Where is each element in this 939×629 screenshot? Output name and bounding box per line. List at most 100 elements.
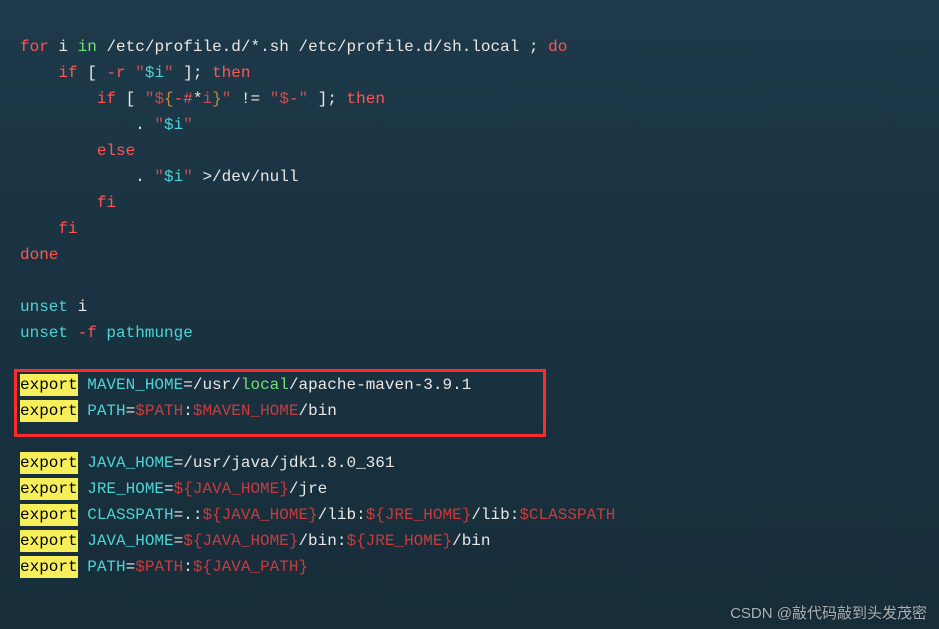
space: [126, 64, 136, 82]
path-jdk: /usr/java/jdk1.8.0_361: [183, 454, 394, 472]
flag: -#: [174, 90, 193, 108]
quote: ": [154, 168, 164, 186]
equals: =: [126, 402, 136, 420]
redirect: >: [193, 168, 212, 186]
keyword-if: if: [97, 90, 116, 108]
keyword-export: export: [20, 530, 78, 552]
bracket: ];: [308, 90, 346, 108]
var-i: $i: [164, 168, 183, 186]
env-java-home: JAVA_HOME: [78, 532, 174, 550]
var-i: $i: [145, 64, 164, 82]
code-block: for i in /etc/profile.d/*.sh /etc/profil…: [0, 0, 939, 580]
quote: ": [145, 90, 155, 108]
line: for i in /etc/profile.d/*.sh /etc/profil…: [20, 38, 567, 56]
quote: ": [135, 64, 145, 82]
flag-r: -r: [106, 64, 125, 82]
line-export-java-home: export JAVA_HOME=/usr/java/jdk1.8.0_361: [20, 454, 394, 472]
colon: :: [510, 506, 520, 524]
line: fi: [20, 194, 116, 212]
keyword-export: export: [20, 504, 78, 526]
blank-line: [20, 272, 30, 290]
bracket: [: [116, 90, 145, 108]
keyword-done: done: [20, 246, 58, 264]
colon: :: [356, 506, 366, 524]
keyword-then: then: [212, 64, 250, 82]
env-jre-home: JRE_HOME: [78, 480, 164, 498]
path-bin: /bin: [452, 532, 490, 550]
quote: ": [164, 64, 174, 82]
quote: ": [183, 168, 193, 186]
env-java-home: JAVA_HOME: [78, 454, 174, 472]
dot: .: [135, 168, 154, 186]
line: . "$i" >/dev/null: [20, 168, 298, 186]
operator-neq: !=: [231, 90, 269, 108]
quote: ": [183, 116, 193, 134]
keyword-then: then: [347, 90, 385, 108]
line-export-path: export PATH=$PATH:${JAVA_PATH}: [20, 558, 308, 576]
equals: =: [183, 376, 193, 394]
path-bin: /bin: [298, 532, 336, 550]
equals: =: [164, 480, 174, 498]
line: else: [20, 142, 135, 160]
brace: {: [164, 90, 174, 108]
semicolon: ;: [529, 38, 539, 56]
path-jre: /jre: [289, 480, 327, 498]
env-path: PATH: [78, 402, 126, 420]
colon: :: [183, 402, 193, 420]
keyword-export: export: [20, 452, 78, 474]
var-i: $i: [164, 116, 183, 134]
line-export-java-home-bin: export JAVA_HOME=${JAVA_HOME}/bin:${JRE_…: [20, 532, 491, 550]
var-i: i: [68, 298, 87, 316]
equals: =: [174, 532, 184, 550]
keyword-unset: unset: [20, 324, 68, 342]
keyword-if: if: [58, 64, 77, 82]
quote: ": [299, 90, 309, 108]
equals: =: [126, 558, 136, 576]
flag-f: -f: [68, 324, 97, 342]
env-path: PATH: [78, 558, 126, 576]
var-java-home: ${JAVA_HOME}: [174, 480, 289, 498]
keyword-do: do: [548, 38, 567, 56]
colon: :: [183, 558, 193, 576]
line-export-path-maven: export PATH=$PATH:$MAVEN_HOME/bin: [20, 402, 337, 420]
line: fi: [20, 220, 78, 238]
quote: ": [270, 90, 280, 108]
keyword-in: in: [78, 38, 97, 56]
line: if [ -r "$i" ]; then: [20, 64, 250, 82]
var-maven-home: $MAVEN_HOME: [193, 402, 299, 420]
var-java-home: ${JAVA_HOME}: [183, 532, 298, 550]
path-devnull: /dev/null: [212, 168, 298, 186]
watermark: CSDN @敲代码敲到头发茂密: [730, 602, 927, 623]
line: unset i: [20, 298, 87, 316]
dollar: $: [279, 90, 289, 108]
var-path: $PATH: [135, 402, 183, 420]
env-maven-home: MAVEN_HOME: [78, 376, 184, 394]
path-list: /etc/profile.d/*.sh /etc/profile.d/sh.lo…: [97, 38, 529, 56]
bracket: [: [78, 64, 107, 82]
var-path: $PATH: [135, 558, 183, 576]
var-i: [49, 38, 59, 56]
keyword-fi: fi: [97, 194, 116, 212]
keyword-unset: unset: [20, 298, 68, 316]
dash: -: [289, 90, 299, 108]
path-lib: /lib: [318, 506, 356, 524]
colon: :: [193, 506, 203, 524]
line: . "$i": [20, 116, 193, 134]
line: if [ "${-#*i}" != "$-" ]; then: [20, 90, 385, 108]
blank-line: [20, 428, 30, 446]
var-jre-home: ${JRE_HOME}: [346, 532, 452, 550]
equals: =: [174, 506, 184, 524]
path-local: local: [241, 376, 289, 394]
line: done: [20, 246, 58, 264]
dollar: $: [154, 90, 164, 108]
keyword-export: export: [20, 556, 78, 578]
keyword-export: export: [20, 374, 78, 396]
line-export-classpath: export CLASSPATH=.:${JAVA_HOME}/lib:${JR…: [20, 506, 615, 524]
fn-pathmunge: pathmunge: [97, 324, 193, 342]
line-export-jre-home: export JRE_HOME=${JAVA_HOME}/jre: [20, 480, 327, 498]
line: unset -f pathmunge: [20, 324, 193, 342]
brace: }: [212, 90, 222, 108]
equals: =: [174, 454, 184, 472]
keyword-fi: fi: [58, 220, 77, 238]
keyword-export: export: [20, 400, 78, 422]
